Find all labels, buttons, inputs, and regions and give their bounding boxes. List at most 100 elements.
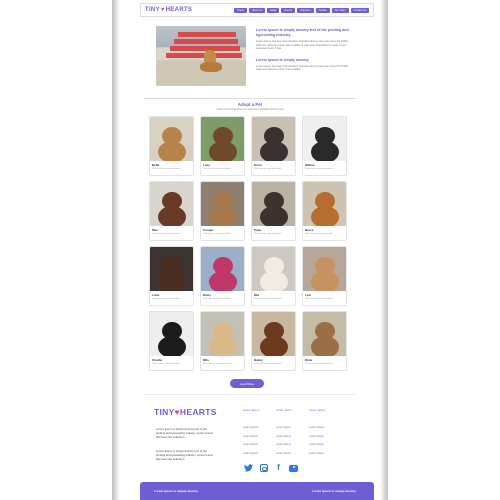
pet-details-link[interactable]: Click here to view pet details — [254, 363, 295, 365]
pet-photo[interactable] — [201, 247, 244, 291]
pet-details-link[interactable]: Click here to view pet details — [254, 233, 295, 235]
pet-details-link[interactable]: Click here to view pet details — [203, 168, 244, 170]
pet-details-link[interactable]: Click here to view pet details — [305, 298, 346, 300]
pet-card[interactable]: Bruce Click here to view pet details — [302, 181, 347, 241]
site-logo[interactable]: TINY ♥ HEARTS — [145, 7, 192, 13]
pet-name: Charlie — [152, 358, 163, 362]
footer-column-heads: Lorem Ipsum Lorem Ipsum Lorem Ipsum — [243, 408, 343, 412]
footer-col-head[interactable]: Lorem Ipsum — [243, 408, 274, 412]
youtube-icon[interactable] — [289, 464, 298, 472]
footer-link[interactable]: Lorem Ipsum — [276, 426, 307, 429]
footer-link[interactable]: Lorem Ipsum — [243, 435, 274, 438]
pet-photo[interactable] — [150, 117, 193, 161]
footer-link[interactable]: Lorem Ipsum — [309, 426, 340, 429]
pet-card[interactable]: Luna Click here to view pet details — [149, 246, 194, 306]
footer-divider — [144, 394, 356, 395]
footer-col-head[interactable]: Lorem Ipsum — [276, 408, 307, 412]
screenshot-frame: TINY ♥ HEARTS Home About us Adopt Events… — [0, 0, 500, 500]
nav-home[interactable]: Home — [234, 7, 247, 13]
bottom-bar: Lorem Ipsum is simply dummy Lorem Ipsum … — [140, 482, 374, 500]
main-nav: Home About us Adopt Events Volunteer Don… — [234, 7, 369, 13]
pet-details-link[interactable]: Click here to view pet details — [152, 363, 193, 365]
pet-name: Luna — [152, 293, 160, 297]
pet-photo[interactable] — [201, 312, 244, 356]
pet-photo[interactable] — [252, 247, 295, 291]
pet-photo[interactable] — [201, 117, 244, 161]
pet-card[interactable]: Piper Click here to view pet details — [251, 181, 296, 241]
pet-card[interactable]: Bella Click here to view pet details — [149, 116, 194, 176]
footer-link[interactable]: Lorem Ipsum — [276, 452, 307, 455]
footer-link[interactable]: Lorem Ipsum — [243, 452, 274, 455]
pet-card[interactable]: Bailey Click here to view pet details — [251, 311, 296, 371]
pet-photo[interactable] — [252, 312, 295, 356]
pet-photo[interactable] — [252, 117, 295, 161]
load-more-button[interactable]: Load More — [230, 379, 264, 388]
pet-details-link[interactable]: Click here to view pet details — [305, 363, 346, 365]
pet-card[interactable]: Dixie Click here to view pet details — [302, 311, 347, 371]
footer-logo-hearts: HEARTS — [179, 407, 217, 417]
pet-photo[interactable] — [252, 182, 295, 226]
pet-photo[interactable] — [201, 182, 244, 226]
nav-donate[interactable]: Donate — [315, 7, 330, 13]
nav-events[interactable]: Events — [281, 7, 296, 13]
pet-details-link[interactable]: Click here to view pet details — [254, 298, 295, 300]
instagram-icon[interactable] — [259, 464, 268, 472]
nav-volunteer[interactable]: Volunteer — [297, 7, 314, 13]
pet-name: Piper — [254, 228, 262, 232]
pet-details-link[interactable]: Click here to view pet details — [152, 233, 193, 235]
footer-logo[interactable]: TINY♥HEARTS — [154, 407, 217, 417]
pet-card[interactable]: Lexi Click here to view pet details — [302, 246, 347, 306]
footer-link[interactable]: Lorem Ipsum — [243, 426, 274, 429]
nav-contact[interactable]: Contact Us — [350, 7, 369, 13]
pet-card[interactable]: Max Click here to view pet details — [149, 181, 194, 241]
page-shadow-right — [380, 0, 388, 500]
nav-about[interactable]: About us — [248, 7, 265, 13]
pet-card[interactable]: Cooper Click here to view pet details — [200, 181, 245, 241]
pet-grid: Bella Click here to view pet details Luc… — [149, 116, 347, 371]
twitter-icon[interactable] — [244, 464, 253, 472]
pet-photo[interactable] — [303, 182, 346, 226]
pet-name: Bella — [152, 163, 160, 167]
hero-text: Lorem Ipsum is simply dummy text of the … — [256, 28, 352, 72]
pet-details-link[interactable]: Click here to view pet details — [203, 233, 244, 235]
pet-card[interactable]: Charlie Click here to view pet details — [149, 311, 194, 371]
footer-link[interactable]: Lorem Ipsum — [276, 443, 307, 446]
footer-link[interactable]: Lorem Ipsum — [276, 435, 307, 438]
pet-photo[interactable] — [303, 117, 346, 161]
pet-photo[interactable] — [150, 312, 193, 356]
pet-card[interactable]: Lucy Click here to view pet details — [200, 116, 245, 176]
pet-details-link[interactable]: Click here to view pet details — [305, 168, 346, 170]
pet-details-link[interactable]: Click here to view pet details — [305, 233, 346, 235]
facebook-icon[interactable]: f — [274, 464, 283, 472]
footer-link[interactable]: Lorem Ipsum — [309, 443, 340, 446]
pet-details-link[interactable]: Click here to view pet details — [152, 168, 193, 170]
pet-card[interactable]: Mia Click here to view pet details — [251, 246, 296, 306]
pet-photo[interactable] — [150, 247, 193, 291]
logo-text-hearts: HEARTS — [165, 7, 193, 13]
footer-text-2: Lorem Ipsum is simply dummy text of the … — [156, 449, 214, 461]
pet-details-link[interactable]: Click here to view pet details — [254, 168, 295, 170]
nav-team[interactable]: Our Team — [331, 7, 349, 13]
pet-card[interactable]: Kona Click here to view pet details — [251, 116, 296, 176]
pet-details-link[interactable]: Click here to view pet details — [203, 363, 244, 365]
hero-body: Lorem Ipsum has been the industry's stan… — [256, 40, 349, 51]
footer-link[interactable]: Lorem Ipsum — [243, 443, 274, 446]
pet-details-link[interactable]: Click here to view pet details — [152, 298, 193, 300]
pet-card[interactable]: Milo Click here to view pet details — [200, 311, 245, 371]
pet-card[interactable]: Willow Click here to view pet details — [302, 116, 347, 176]
pet-photo[interactable] — [303, 247, 346, 291]
footer-col-head[interactable]: Lorem Ipsum — [309, 408, 340, 412]
footer-link[interactable]: Lorem Ipsum — [309, 435, 340, 438]
hero-image — [156, 26, 246, 86]
footer-link[interactable]: Lorem Ipsum — [309, 452, 340, 455]
site-header: TINY ♥ HEARTS Home About us Adopt Events… — [140, 3, 374, 17]
pet-card[interactable]: Daisy Click here to view pet details — [200, 246, 245, 306]
section-divider — [144, 98, 356, 99]
pet-photo[interactable] — [150, 182, 193, 226]
heart-icon: ♥ — [160, 7, 165, 13]
pet-name: Bruce — [305, 228, 314, 232]
nav-adopt[interactable]: Adopt — [266, 7, 280, 13]
pet-photo[interactable] — [303, 312, 346, 356]
pet-details-link[interactable]: Click here to view pet details — [203, 298, 244, 300]
hero-title: Lorem Ipsum is simply dummy text of the … — [256, 28, 349, 37]
